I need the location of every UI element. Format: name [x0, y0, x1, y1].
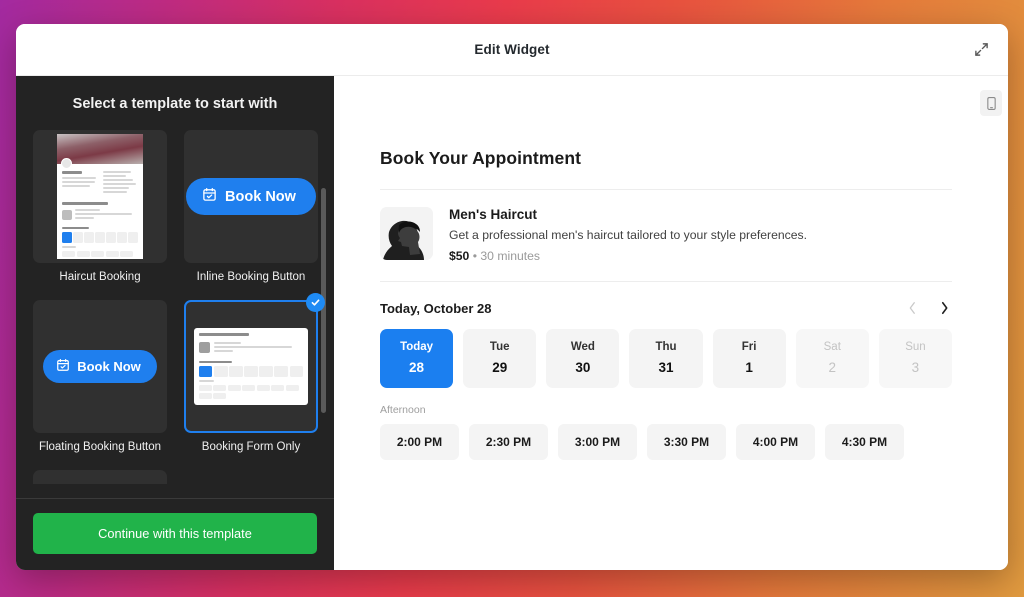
- preview-content: Book Your Appointment Men's Haircut Get …: [334, 76, 1008, 460]
- day-option[interactable]: Fri 1: [712, 329, 786, 388]
- book-now-label: Book Now: [77, 358, 141, 374]
- day-number: 2: [828, 360, 837, 375]
- time-slot[interactable]: 3:30 PM: [647, 424, 726, 460]
- time-slot[interactable]: 2:30 PM: [469, 424, 548, 460]
- day-selector: Today 28 Tue 29 Wed 30 Thu 31 Fri 1 Sat …: [380, 329, 952, 388]
- time-slot-list: 2:00 PM 2:30 PM 3:00 PM 3:30 PM 4:00 PM …: [380, 424, 952, 460]
- expand-diagonal-icon[interactable]: [968, 37, 994, 63]
- mobile-phone-icon[interactable]: [980, 90, 1002, 116]
- template-card-booking-form-only[interactable]: Booking Form Only: [184, 292, 325, 455]
- continue-with-template-button[interactable]: Continue with this template: [33, 513, 317, 554]
- day-option[interactable]: Thu 31: [629, 329, 703, 388]
- mini-page-preview: [57, 134, 143, 259]
- sidebar-scrollbar-track[interactable]: [321, 132, 330, 530]
- day-number: 29: [492, 360, 508, 375]
- modal-body: Select a template to start with Haircut …: [16, 76, 1008, 570]
- sidebar-footer: Continue with this template: [16, 498, 334, 570]
- template-thumbnail[interactable]: [184, 299, 318, 433]
- day-number: 28: [409, 360, 425, 375]
- service-card: Men's Haircut Get a professional men's h…: [380, 190, 952, 282]
- time-slot[interactable]: 4:00 PM: [736, 424, 815, 460]
- date-nav: [904, 299, 952, 317]
- service-duration: 30 minutes: [480, 249, 541, 263]
- time-slot[interactable]: 4:30 PM: [825, 424, 904, 460]
- template-card-partial[interactable]: [33, 469, 167, 484]
- day-of-week: Sun: [905, 341, 926, 353]
- template-sidebar: Select a template to start with Haircut …: [16, 76, 334, 570]
- day-number: 30: [575, 360, 591, 375]
- service-name: Men's Haircut: [449, 207, 537, 222]
- calendar-icon: [56, 358, 70, 375]
- selected-check-icon: [306, 292, 325, 312]
- day-number: 31: [658, 360, 674, 375]
- service-info: Men's Haircut Get a professional men's h…: [449, 207, 807, 263]
- template-list: Haircut Booking Book Now Inline Booking …: [16, 130, 334, 498]
- edit-widget-modal: Edit Widget Select a template to start w…: [16, 24, 1008, 570]
- meta-separator: •: [472, 249, 478, 263]
- book-now-button-preview: Book Now: [186, 178, 316, 215]
- book-now-label: Book Now: [225, 188, 296, 205]
- day-of-week: Thu: [655, 341, 677, 353]
- avatar: [380, 207, 433, 260]
- template-card-haircut-booking[interactable]: Haircut Booking: [33, 130, 167, 285]
- template-card-inline-booking-button[interactable]: Book Now Inline Booking Button: [184, 130, 318, 285]
- mini-page-body: [57, 164, 143, 259]
- template-thumbnail[interactable]: [33, 130, 167, 263]
- modal-header: Edit Widget: [16, 24, 1008, 76]
- day-of-week: Fri: [741, 341, 757, 353]
- page-title: Edit Widget: [474, 42, 550, 57]
- service-price: $50: [449, 249, 470, 263]
- template-thumbnail[interactable]: Book Now: [33, 299, 167, 433]
- day-option[interactable]: Today 28: [380, 329, 454, 388]
- day-number: 3: [911, 360, 920, 375]
- day-of-week: Tue: [489, 341, 510, 353]
- template-card-label: Booking Form Only: [201, 440, 301, 453]
- widget-preview-pane: Book Your Appointment Men's Haircut Get …: [334, 76, 1008, 570]
- day-option: Sun 3: [878, 329, 952, 388]
- template-card-floating-booking-button[interactable]: Book Now Floating Booking Button: [33, 299, 167, 455]
- slot-group-label: Afternoon: [380, 404, 426, 416]
- chevron-left-icon[interactable]: [904, 299, 920, 317]
- day-of-week: Wed: [570, 341, 595, 353]
- template-card-label: Inline Booking Button: [196, 271, 306, 283]
- haircut-portrait: [380, 207, 433, 260]
- chevron-right-icon[interactable]: [936, 299, 952, 317]
- template-thumbnail[interactable]: Book Now: [184, 130, 318, 263]
- time-slot[interactable]: 2:00 PM: [380, 424, 459, 460]
- preview-title: Book Your Appointment: [380, 148, 582, 168]
- calendar-icon: [202, 187, 217, 206]
- day-option[interactable]: Wed 30: [546, 329, 620, 388]
- day-number: 1: [745, 360, 753, 375]
- mini-form-preview: [193, 328, 309, 405]
- date-header: Today, October 28: [380, 282, 952, 329]
- day-option[interactable]: Tue 29: [463, 329, 537, 388]
- time-slot[interactable]: 3:00 PM: [558, 424, 637, 460]
- current-date-label: Today, October 28: [380, 300, 492, 316]
- day-of-week: Today: [400, 341, 434, 353]
- salon-photo: [57, 134, 143, 169]
- template-card-label: Haircut Booking: [59, 271, 141, 283]
- book-now-button-preview: Book Now: [43, 349, 157, 383]
- service-description: Get a professional men's haircut tailore…: [449, 228, 807, 242]
- day-of-week: Sat: [823, 341, 841, 353]
- template-card-label: Floating Booking Button: [38, 440, 162, 453]
- service-meta: $50 • 30 minutes: [449, 249, 807, 263]
- sidebar-heading: Select a template to start with: [72, 96, 278, 112]
- day-option: Sat 2: [795, 329, 869, 388]
